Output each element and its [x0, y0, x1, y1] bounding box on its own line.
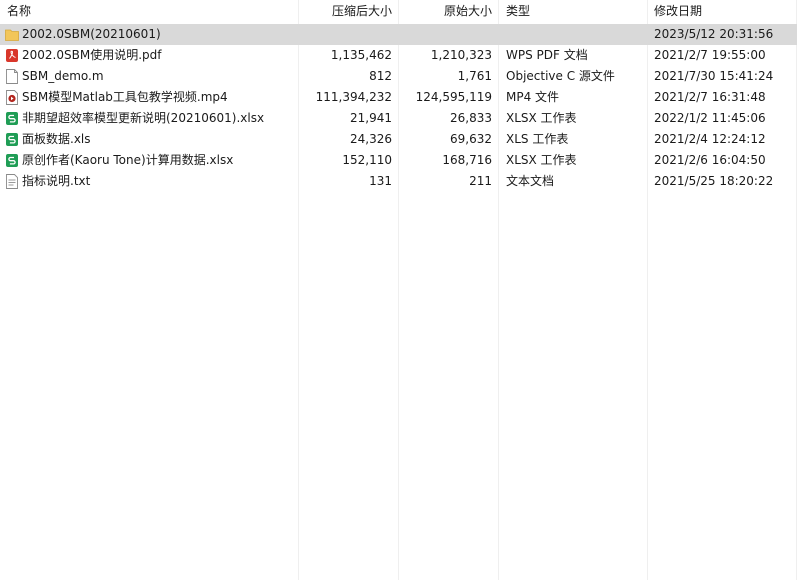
file-type: 文本文档: [506, 174, 555, 188]
video-file-icon: [5, 90, 19, 105]
file-row[interactable]: SBM模型Matlab工具包教学视频.mp4 111,394,232 124,595…: [0, 87, 797, 108]
file-name: SBM_demo.m: [22, 69, 104, 83]
file-row[interactable]: 2002.0SBM使用说明.pdf 1,135,462 1,210,323 WPS P…: [0, 45, 797, 66]
original-size: 168,716: [442, 153, 492, 167]
vertical-scroll-area[interactable]: [797, 0, 808, 580]
compressed-size: 21,941: [350, 111, 392, 125]
original-size: 124,595,119: [415, 90, 492, 104]
file-name: 原创作者(Kaoru Tone)计算用数据.xlsx: [22, 153, 234, 167]
modified-date: 2023/5/12 20:31:56: [654, 27, 774, 41]
file-type: XLS 工作表: [506, 132, 569, 146]
file-name: SBM模型Matlab工具包教学视频.mp4: [22, 90, 228, 104]
compressed-size: 131: [369, 174, 392, 188]
column-header-modified-date[interactable]: 修改日期: [654, 0, 702, 22]
file-row[interactable]: 原创作者(Kaoru Tone)计算用数据.xlsx 152,110 168,716…: [0, 150, 797, 171]
modified-date: 2021/2/6 16:04:50: [654, 153, 766, 167]
spreadsheet-file-icon: [5, 111, 19, 126]
original-size: 69,632: [450, 132, 492, 146]
file-row[interactable]: SBM_demo.m 812 1,761 Objective C 源文件 2021/7/…: [0, 66, 797, 87]
file-type: WPS PDF 文档: [506, 48, 588, 62]
file-type: [506, 24, 646, 45]
file-name: 指标说明.txt: [22, 174, 91, 188]
file-name: 2002.0SBM使用说明.pdf: [22, 48, 162, 62]
spreadsheet-file-icon: [5, 153, 19, 168]
compressed-size: 24,326: [350, 132, 392, 146]
file-row[interactable]: 指标说明.txt 131 211 文本文档 2021/5/25 18:20:22: [0, 171, 797, 192]
compressed-size: 812: [369, 69, 392, 83]
file-name: 非期望超效率模型更新说明(20210601).xlsx: [22, 111, 265, 125]
modified-date: 2022/1/2 11:45:06: [654, 111, 766, 125]
original-size: [400, 24, 492, 45]
archive-file-list: ^ 名称 压缩后大小 原始大小 类型 修改日期 2002.0SBM(202106…: [0, 0, 808, 580]
modified-date: 2021/2/4 12:24:12: [654, 132, 766, 146]
blank-file-icon: [5, 69, 19, 84]
pdf-file-icon: [5, 48, 19, 63]
modified-date: 2021/5/25 18:20:22: [654, 174, 774, 188]
text-file-icon: [5, 174, 19, 189]
column-header-compressed-size[interactable]: 压缩后大小: [300, 0, 392, 22]
column-header-original-size[interactable]: 原始大小: [400, 0, 492, 22]
file-name: 面板数据.xls: [22, 132, 91, 146]
file-name: 2002.0SBM(20210601): [22, 27, 161, 41]
file-type: MP4 文件: [506, 90, 560, 104]
column-header-name[interactable]: 名称: [7, 0, 31, 22]
modified-date: 2021/2/7 19:55:00: [654, 48, 766, 62]
file-type: XLSX 工作表: [506, 153, 577, 167]
modified-date: 2021/7/30 15:41:24: [654, 69, 774, 83]
file-type: Objective C 源文件: [506, 69, 615, 83]
modified-date: 2021/2/7 16:31:48: [654, 90, 766, 104]
file-row[interactable]: 面板数据.xls 24,326 69,632 XLS 工作表 2021/2/4 12:2…: [0, 129, 797, 150]
file-row[interactable]: 2002.0SBM(20210601) 2023/5/12 20:31:56: [0, 24, 797, 45]
column-header-type[interactable]: 类型: [506, 0, 530, 22]
sort-ascending-icon: ^: [146, 0, 155, 7]
file-type: XLSX 工作表: [506, 111, 577, 125]
spreadsheet-file-icon: [5, 132, 19, 147]
compressed-size: [300, 24, 392, 45]
original-size: 1,210,323: [430, 48, 492, 62]
original-size: 211: [469, 174, 492, 188]
original-size: 26,833: [450, 111, 492, 125]
compressed-size: 111,394,232: [315, 90, 392, 104]
column-header-row: ^ 名称 压缩后大小 原始大小 类型 修改日期: [0, 0, 808, 22]
file-row[interactable]: 非期望超效率模型更新说明(20210601).xlsx 21,941 26,833 X…: [0, 108, 797, 129]
folder-icon: [5, 27, 19, 42]
compressed-size: 152,110: [342, 153, 392, 167]
original-size: 1,761: [457, 69, 492, 83]
compressed-size: 1,135,462: [330, 48, 392, 62]
